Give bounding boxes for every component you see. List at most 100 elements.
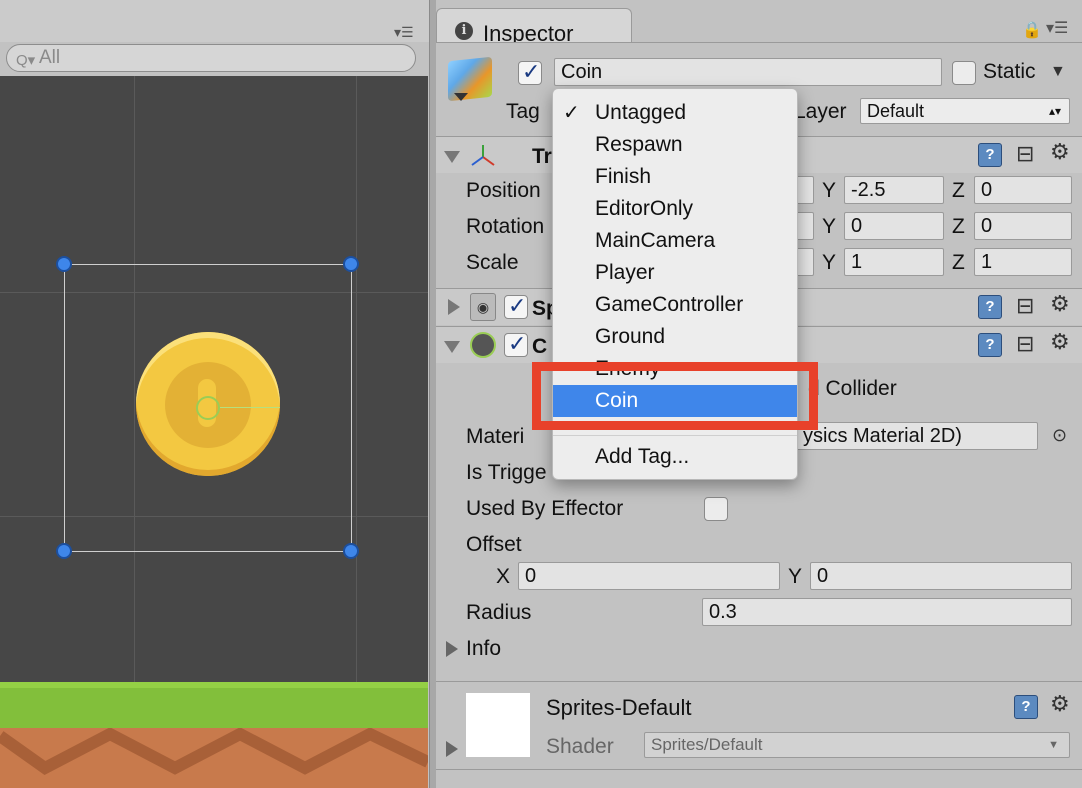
menu-item-label: EditorOnly [595,197,694,220]
edit-collider-label[interactable]: d Collider [808,377,897,401]
resize-handle-bottom-right[interactable] [343,543,359,559]
menu-item-label: Respawn [595,133,683,156]
position-z-field[interactable]: 0 [974,176,1072,204]
lock-icon[interactable]: 🔒 [1022,20,1042,40]
offset-y-field[interactable]: 0 [810,562,1072,590]
scale-y-field[interactable]: 1 [844,248,944,276]
preset-icon[interactable]: ⊟ [1016,331,1034,357]
chevron-down-icon[interactable] [454,93,468,101]
gameobject-name-field[interactable]: Coin [554,58,942,86]
menu-item-untagged[interactable]: ✓ Untagged [553,97,797,129]
search-input[interactable]: All [6,44,416,72]
gear-icon[interactable]: ⚙ [1050,691,1070,717]
radius-label: Radius [466,601,532,624]
menu-item-label: Ground [595,325,666,348]
menu-item-label: Player [595,261,655,284]
help-icon[interactable]: ? [1014,695,1038,719]
ground-grass [0,682,428,728]
transform-axes-icon [471,145,495,166]
preset-icon[interactable]: ⊟ [1016,141,1034,167]
y-label: Y [822,215,837,238]
menu-item-label: Add Tag... [595,445,690,468]
z-label: Z [952,215,965,238]
material-name: Sprites-Default [546,695,692,720]
static-label: Static [983,60,1036,83]
info-icon: i [455,22,473,40]
menu-item-finish[interactable]: Finish [553,161,797,193]
search-icon[interactable]: Q▾ [16,51,35,69]
material-preview [466,693,530,757]
offset-x-field[interactable]: 0 [518,562,780,590]
menu-item-player[interactable]: Player [553,257,797,289]
rotation-y-field[interactable]: 0 [844,212,944,240]
info-foldout-label[interactable]: Info [466,637,501,661]
collider-gizmo[interactable] [196,396,220,420]
shader-select[interactable]: Sprites/Default ▼ [644,732,1070,758]
object-picker-icon[interactable]: ⊙ [1052,425,1067,446]
layer-label: Layer [794,100,847,123]
help-icon[interactable]: ? [978,143,1002,167]
scene-toolbar: ▾☰ [0,0,429,42]
scale-z-field[interactable]: 1 [974,248,1072,276]
position-y-field[interactable]: -2.5 [844,176,944,204]
check-icon: ✓ [563,102,580,124]
menu-item-add-tag[interactable]: Add Tag... [553,441,797,473]
scale-label: Scale [466,251,519,274]
used-by-effector-checkbox[interactable] [704,497,728,521]
circle-collider-enabled-checkbox[interactable] [504,331,528,357]
help-icon[interactable]: ? [978,333,1002,357]
ground-dirt-pattern [0,728,428,776]
used-by-effector-label: Used By Effector [466,497,624,520]
resize-handle-top-right[interactable] [343,256,359,272]
gear-icon[interactable]: ⚙ [1050,139,1070,165]
gear-icon[interactable]: ⚙ [1050,291,1070,317]
menu-item-label: MainCamera [595,229,716,252]
menu-item-label: Untagged [595,101,687,124]
menu-divider [553,435,797,436]
menu-item-label: Finish [595,165,652,188]
expand-icon[interactable] [448,299,460,315]
panel-menu-icon[interactable]: ▾☰ [1046,18,1068,38]
menu-item-label: GameController [595,293,744,316]
panel-menu-icon[interactable]: ▾☰ [394,24,414,41]
menu-item-editoronly[interactable]: EditorOnly [553,193,797,225]
ground-tiles [0,682,428,788]
is-trigger-label: Is Trigge [466,461,547,484]
preset-icon[interactable]: ⊟ [1016,293,1034,319]
offset-y-label: Y [788,565,803,588]
scene-view[interactable] [0,76,428,788]
rotation-label: Rotation [466,215,545,238]
collapse-icon[interactable] [444,151,460,163]
menu-item-ground[interactable]: Ground [553,321,797,353]
layer-select-value: Default [867,101,925,121]
resize-handle-top-left[interactable] [56,256,72,272]
gear-icon[interactable]: ⚙ [1050,329,1070,355]
z-label: Z [952,251,965,274]
menu-item-maincamera[interactable]: MainCamera [553,225,797,257]
collapse-icon[interactable] [444,341,460,353]
y-label: Y [822,251,837,274]
scene-panel: ▾☰ All Q▾ [0,0,430,788]
menu-item-gamecontroller[interactable]: GameController [553,289,797,321]
expand-icon[interactable] [446,641,458,657]
rotation-z-field[interactable]: 0 [974,212,1072,240]
offset-label: Offset [466,533,522,556]
gameobject-active-checkbox[interactable] [518,59,542,85]
layer-select[interactable]: Default ▴▾ [860,98,1070,124]
divider [436,769,1082,770]
material-field[interactable]: ysics Material 2D) [796,422,1038,450]
tab-inspector[interactable]: i Inspector [436,8,632,46]
expand-icon[interactable] [446,741,458,757]
chevron-down-icon[interactable]: ▼ [1050,63,1066,81]
transform-title: Tr [532,145,552,168]
sprite-renderer-enabled-checkbox[interactable] [504,293,528,319]
help-icon[interactable]: ? [978,295,1002,319]
collider-radius-line [220,407,280,408]
tag-label: Tag [506,100,540,123]
divider [436,681,1082,682]
static-checkbox[interactable] [952,61,976,85]
radius-field[interactable]: 0.3 [702,598,1072,626]
resize-handle-bottom-left[interactable] [56,543,72,559]
menu-item-respawn[interactable]: Respawn [553,129,797,161]
sprite-renderer-icon: ◉ [470,293,496,321]
